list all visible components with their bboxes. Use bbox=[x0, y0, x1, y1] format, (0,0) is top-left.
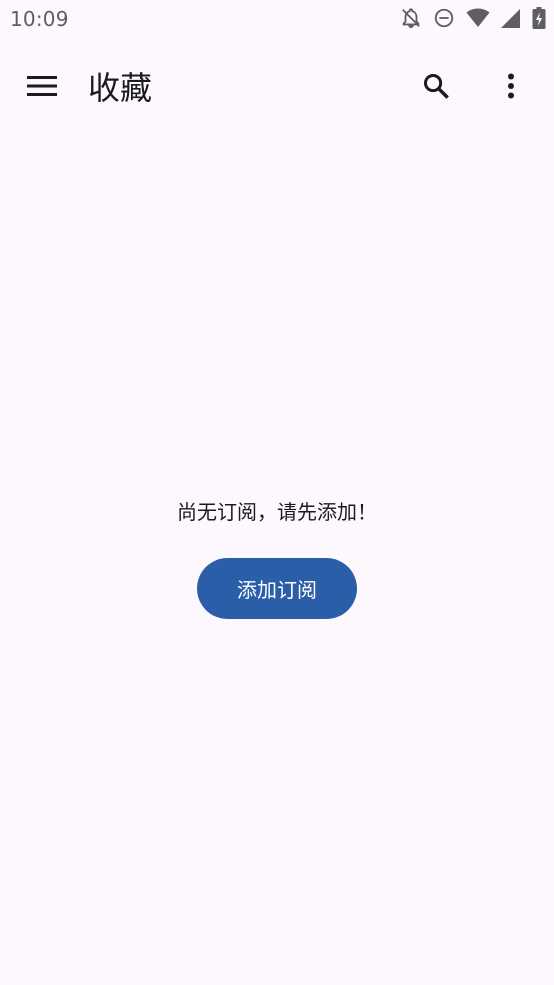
page-title: 收藏 bbox=[88, 69, 153, 107]
battery-charging-icon bbox=[532, 7, 546, 29]
cell-signal-icon bbox=[501, 7, 521, 29]
search-icon bbox=[422, 72, 450, 104]
empty-state-message: 尚无订阅，请先添加！ bbox=[177, 500, 377, 524]
notifications-off-icon bbox=[400, 7, 422, 29]
add-subscription-button[interactable]: 添加订阅 bbox=[197, 558, 357, 619]
menu-icon bbox=[27, 75, 57, 101]
app-screen: 10:09 收藏 尚无订阅，请先添加！ 添加订阅 bbox=[0, 0, 554, 985]
wifi-icon bbox=[466, 7, 490, 29]
do-not-disturb-icon bbox=[433, 7, 455, 29]
more-vert-icon bbox=[507, 73, 515, 103]
more-options-button[interactable] bbox=[487, 64, 535, 112]
menu-button[interactable] bbox=[18, 64, 66, 112]
status-bar: 10:09 bbox=[0, 0, 554, 38]
empty-state: 尚无订阅，请先添加！ 添加订阅 bbox=[0, 496, 554, 619]
status-icons bbox=[400, 7, 546, 29]
search-button[interactable] bbox=[412, 64, 460, 112]
top-app-bar: 收藏 bbox=[0, 50, 554, 126]
status-time: 10:09 bbox=[10, 7, 69, 31]
